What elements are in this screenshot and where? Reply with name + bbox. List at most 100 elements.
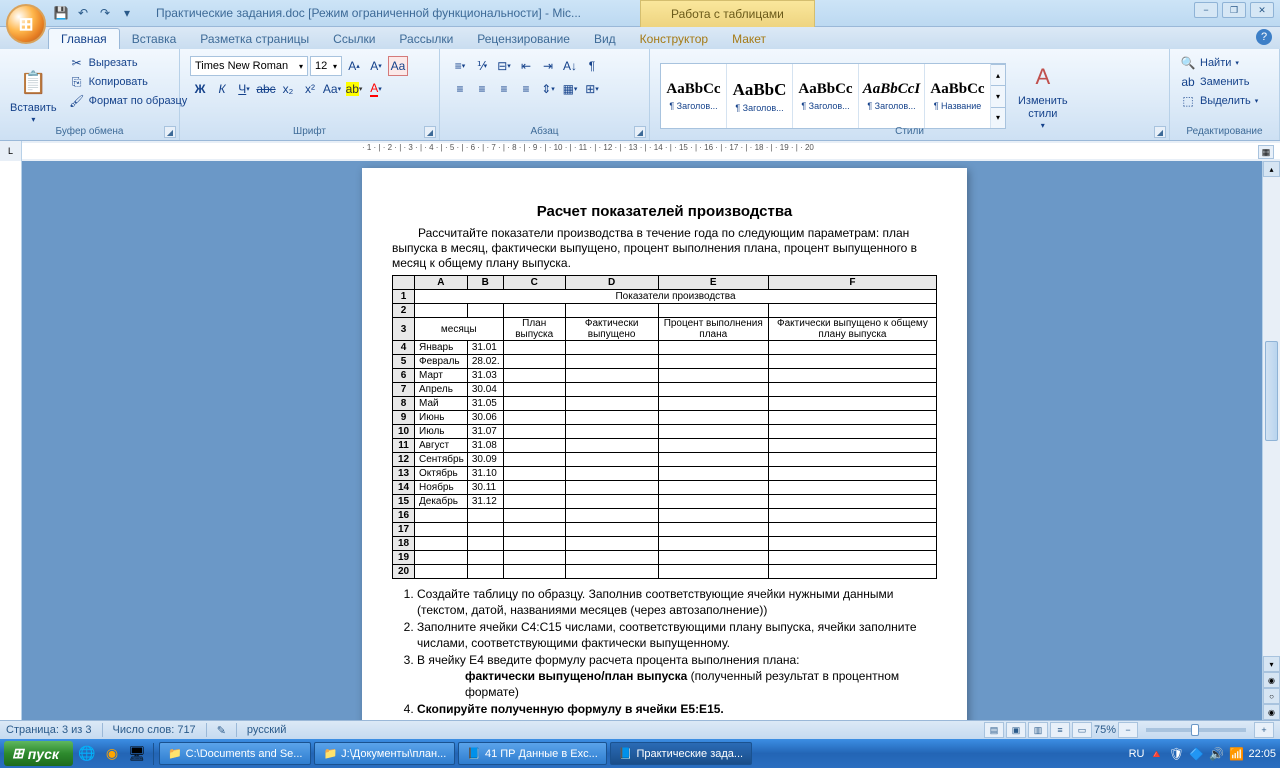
font-dialog-launcher[interactable]: ◢ <box>424 126 436 138</box>
paragraph-dialog-launcher[interactable]: ◢ <box>634 126 646 138</box>
ql-chrome-icon[interactable]: 🌐 <box>76 743 98 765</box>
tray-icon[interactable]: 🔷 <box>1188 746 1204 762</box>
tab-insert[interactable]: Вставка <box>120 29 189 49</box>
bullets-button[interactable]: ≡▾ <box>450 56 470 76</box>
language-indicator[interactable]: русский <box>247 724 286 736</box>
tab-home[interactable]: Главная <box>48 28 120 49</box>
tab-view[interactable]: Вид <box>582 29 628 49</box>
styles-up[interactable]: ▴ <box>991 64 1005 85</box>
styles-gallery[interactable]: AaBbCc¶ Заголов... AaBbC¶ Заголов... AaB… <box>660 63 1006 129</box>
web-layout-view[interactable]: ▥ <box>1028 722 1048 738</box>
task-item[interactable]: 📁C:\Documents and Se... <box>159 742 311 765</box>
word-count[interactable]: Число слов: 717 <box>113 724 196 736</box>
style-item[interactable]: AaBbCc¶ Заголов... <box>661 64 727 128</box>
multilevel-button[interactable]: ⊟▾ <box>494 56 514 76</box>
font-name-select[interactable]: Times New Roman▾ <box>190 56 308 76</box>
tray-icon[interactable]: 🛡 <box>1168 746 1184 762</box>
task-item[interactable]: 📘41 ПР Данные в Exc... <box>458 742 607 765</box>
tray-icon[interactable]: 🔊 <box>1208 746 1224 762</box>
tab-review[interactable]: Рецензирование <box>465 29 582 49</box>
spell-icon[interactable]: ✎ <box>217 724 226 737</box>
prev-page[interactable]: ◉ <box>1263 672 1280 688</box>
minimize-button[interactable]: − <box>1194 2 1218 18</box>
style-item[interactable]: AaBbCc¶ Заголов... <box>793 64 859 128</box>
ruler-toggle[interactable]: ▦ <box>1258 145 1274 159</box>
tray-icon[interactable]: 🔺 <box>1148 746 1164 762</box>
tab-selector[interactable]: L <box>0 141 22 161</box>
underline-button[interactable]: Ч▾ <box>234 79 254 99</box>
borders-button[interactable]: ⊞▾ <box>582 79 602 99</box>
undo-icon[interactable]: ↶ <box>74 4 92 22</box>
next-page[interactable]: ◉ <box>1263 704 1280 720</box>
save-icon[interactable]: 💾 <box>52 4 70 22</box>
italic-button[interactable]: К <box>212 79 232 99</box>
qat-more-icon[interactable]: ▾ <box>118 4 136 22</box>
font-size-select[interactable]: 12▾ <box>310 56 342 76</box>
ql-desktop-icon[interactable]: 🖥 <box>126 743 148 765</box>
full-screen-view[interactable]: ▣ <box>1006 722 1026 738</box>
vertical-ruler[interactable] <box>0 161 22 720</box>
redo-icon[interactable]: ↷ <box>96 4 114 22</box>
subscript-button[interactable]: x₂ <box>278 79 298 99</box>
find-button[interactable]: 🔍Найти▾ <box>1176 54 1262 72</box>
style-item[interactable]: AaBbC¶ Заголов... <box>727 64 793 128</box>
dec-indent-button[interactable]: ⇤ <box>516 56 536 76</box>
strike-button[interactable]: abc <box>256 79 276 99</box>
tab-page-layout[interactable]: Разметка страницы <box>188 29 321 49</box>
style-item[interactable]: AaBbCcI¶ Заголов... <box>859 64 925 128</box>
zoom-out[interactable]: − <box>1118 722 1138 738</box>
tab-mailings[interactable]: Рассылки <box>387 29 465 49</box>
page-indicator[interactable]: Страница: 3 из 3 <box>6 724 92 736</box>
style-item[interactable]: AaBbCc¶ Название <box>925 64 991 128</box>
align-left-button[interactable]: ≡ <box>450 79 470 99</box>
shading-button[interactable]: ▦▾ <box>560 79 580 99</box>
bold-button[interactable]: Ж <box>190 79 210 99</box>
show-marks-button[interactable]: ¶ <box>582 56 602 76</box>
numbering-button[interactable]: ⅟▾ <box>472 56 492 76</box>
align-justify-button[interactable]: ≡ <box>516 79 536 99</box>
replace-button[interactable]: abЗаменить <box>1176 73 1262 91</box>
inc-indent-button[interactable]: ⇥ <box>538 56 558 76</box>
tray-icon[interactable]: 📶 <box>1228 746 1244 762</box>
superscript-button[interactable]: x² <box>300 79 320 99</box>
document-scroll[interactable]: Расчет показателей производства Рассчита… <box>22 161 1280 720</box>
vertical-scrollbar[interactable]: ▴ ▾ ◉ ○ ◉ <box>1262 161 1280 720</box>
task-item[interactable]: 📁J:\Документы\план... <box>314 742 455 765</box>
tab-layout[interactable]: Макет <box>720 29 778 49</box>
task-item-active[interactable]: 📘Практические зада... <box>610 742 752 765</box>
maximize-button[interactable]: ❐ <box>1222 2 1246 18</box>
align-right-button[interactable]: ≡ <box>494 79 514 99</box>
tab-design[interactable]: Конструктор <box>628 29 720 49</box>
zoom-value[interactable]: 75% <box>1094 724 1116 736</box>
clear-format-button[interactable]: Aa <box>388 56 408 76</box>
office-button[interactable]: ⊞ <box>6 4 46 44</box>
browse-object[interactable]: ○ <box>1263 688 1280 704</box>
font-color-button[interactable]: A▾ <box>366 79 386 99</box>
select-button[interactable]: ⬚Выделить▾ <box>1176 92 1262 110</box>
horizontal-ruler[interactable]: · 1 · | · 2 · | · 3 · | · 4 · | · 5 · | … <box>22 143 1280 159</box>
tab-references[interactable]: Ссылки <box>321 29 387 49</box>
print-layout-view[interactable]: ▤ <box>984 722 1004 738</box>
cut-button[interactable]: ✂Вырезать <box>65 54 192 72</box>
format-painter-button[interactable]: 🖌Формат по образцу <box>65 92 192 110</box>
zoom-in[interactable]: + <box>1254 722 1274 738</box>
line-spacing-button[interactable]: ⇕▾ <box>538 79 558 99</box>
scroll-up[interactable]: ▴ <box>1263 161 1280 177</box>
grow-font-button[interactable]: A▴ <box>344 56 364 76</box>
draft-view[interactable]: ▭ <box>1072 722 1092 738</box>
copy-button[interactable]: ⎘Копировать <box>65 73 192 91</box>
zoom-slider[interactable] <box>1146 728 1246 732</box>
change-styles-button[interactable]: A Изменить стили▾ <box>1012 59 1074 133</box>
styles-dialog-launcher[interactable]: ◢ <box>1154 126 1166 138</box>
align-center-button[interactable]: ≡ <box>472 79 492 99</box>
clock[interactable]: 22:05 <box>1248 748 1276 760</box>
scroll-down[interactable]: ▾ <box>1263 656 1280 672</box>
styles-down[interactable]: ▾ <box>991 85 1005 106</box>
scroll-thumb[interactable] <box>1265 341 1278 441</box>
shrink-font-button[interactable]: A▾ <box>366 56 386 76</box>
lang-indicator[interactable]: RU <box>1129 748 1145 760</box>
clipboard-dialog-launcher[interactable]: ◢ <box>164 126 176 138</box>
ql-ok-icon[interactable]: ◉ <box>101 743 123 765</box>
change-case-button[interactable]: Aa▾ <box>322 79 342 99</box>
outline-view[interactable]: ≡ <box>1050 722 1070 738</box>
